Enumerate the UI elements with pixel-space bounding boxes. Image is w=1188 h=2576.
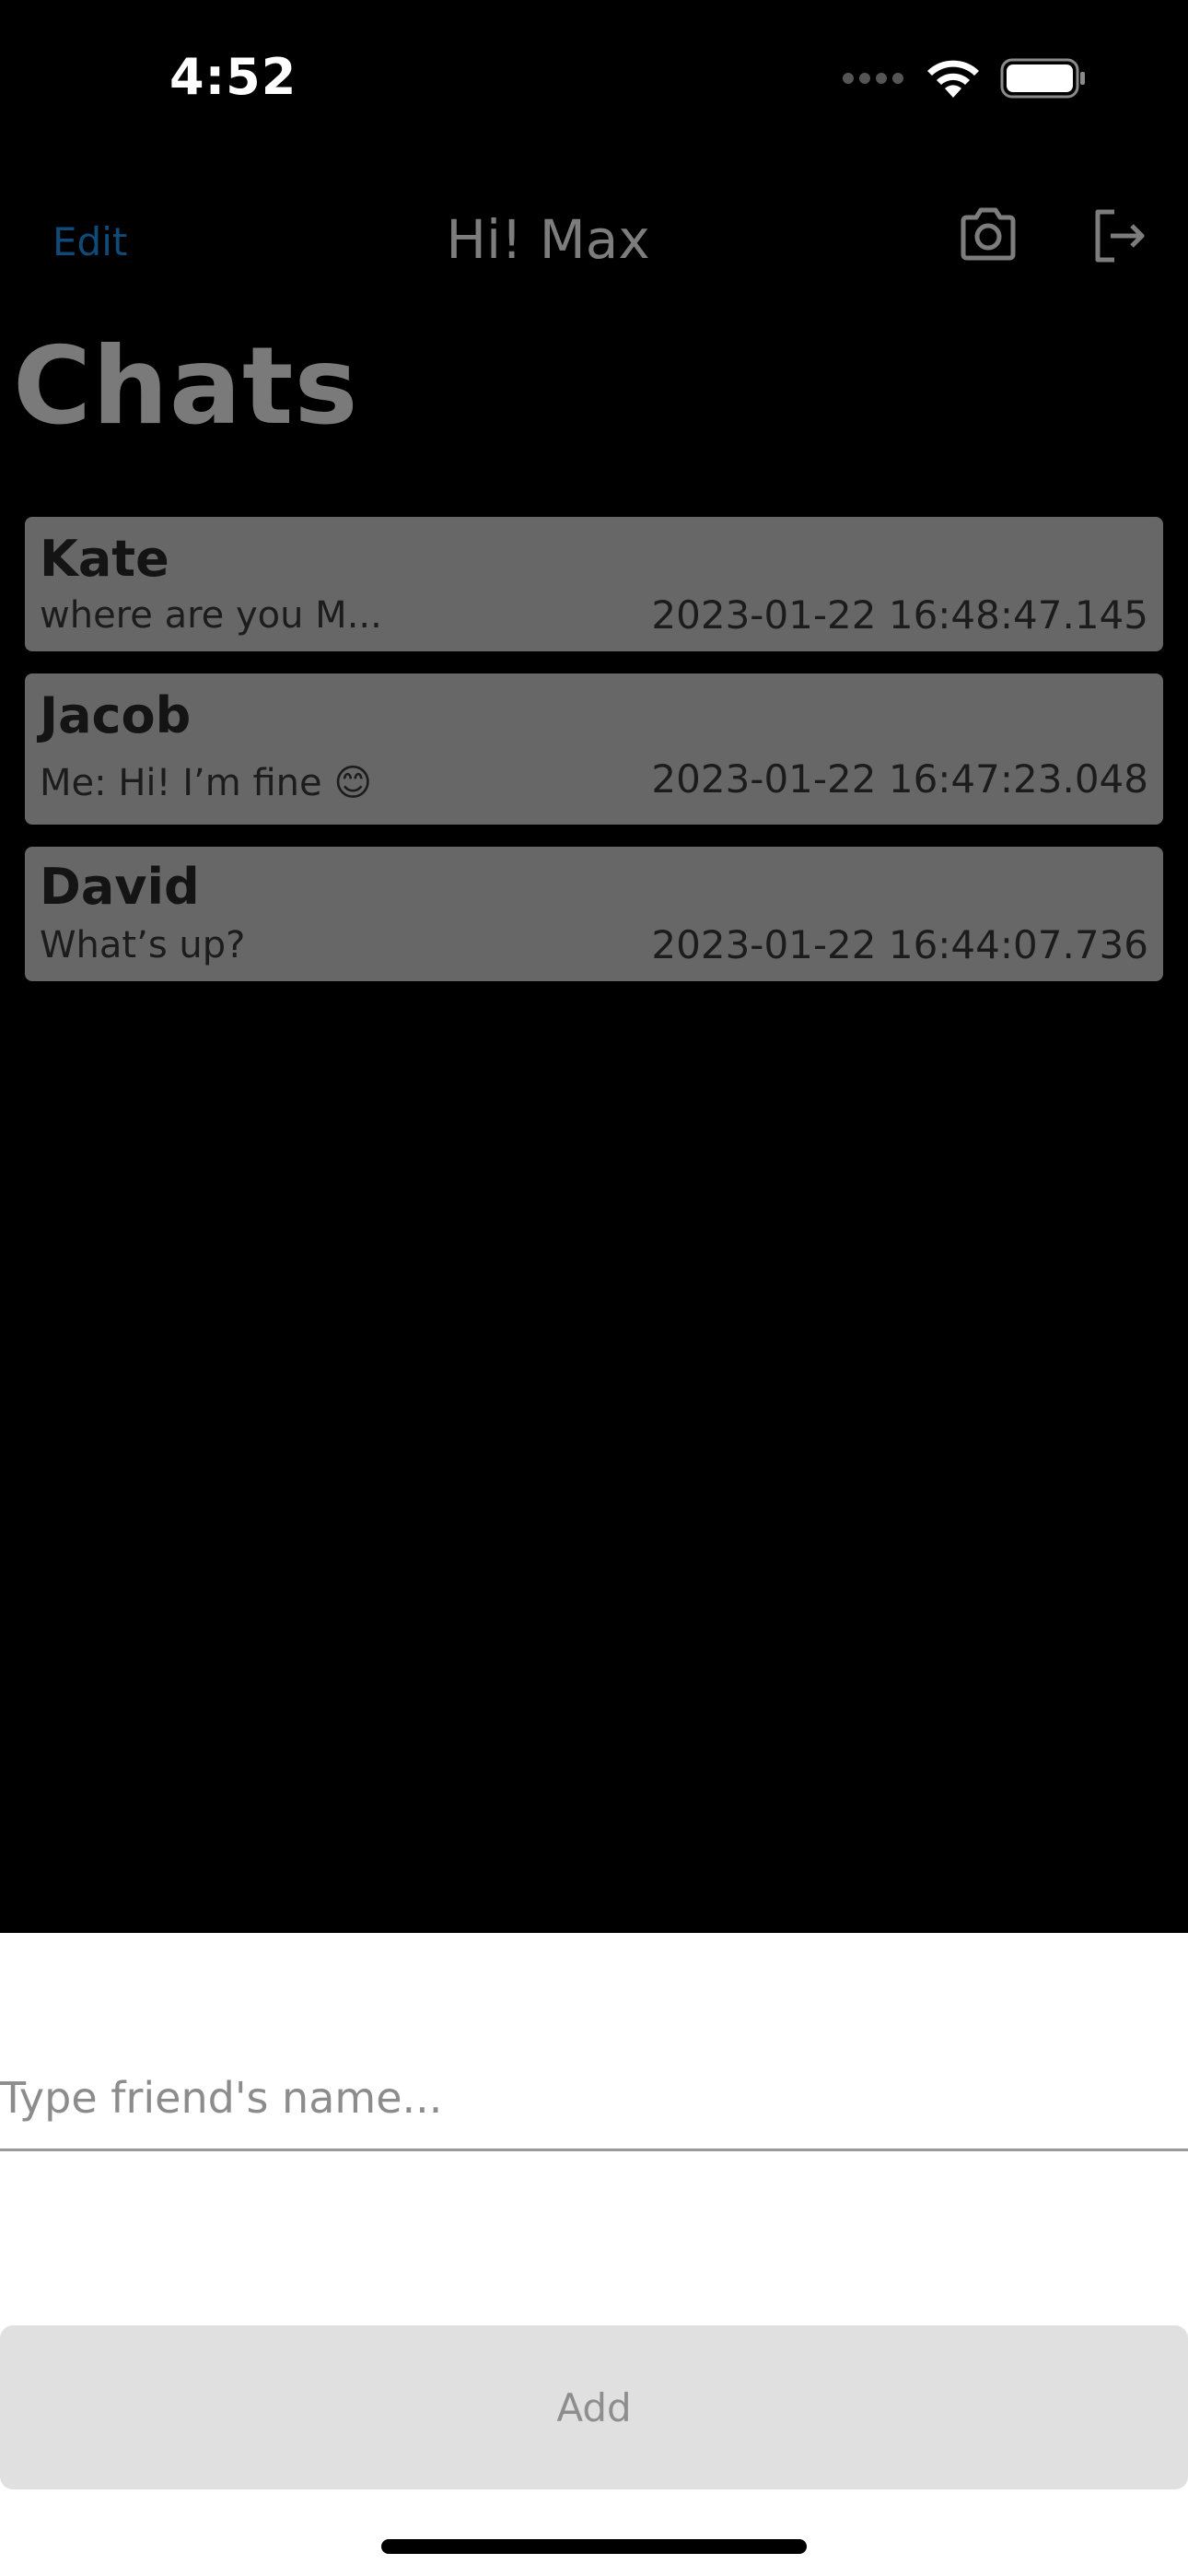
chat-timestamp: 2023-01-22 16:44:07.736 [651, 922, 1148, 967]
status-time: 4:52 [169, 48, 297, 106]
status-icons [842, 57, 1087, 100]
app-screen: 4:52 Edit Hi! Max Chats Kate where are y… [0, 0, 1188, 2576]
chat-preview: where are you M... [40, 594, 382, 637]
chat-row-kate[interactable]: Kate where are you M... 2023-01-22 16:48… [25, 517, 1163, 651]
friend-name-input[interactable] [0, 2047, 1188, 2151]
wifi-icon [927, 60, 979, 98]
chat-timestamp: 2023-01-22 16:48:47.145 [651, 592, 1148, 638]
cellular-dots-icon [843, 73, 903, 84]
page-title: Chats [13, 324, 359, 449]
chat-name: David [40, 858, 200, 916]
chat-list: Kate where are you M... 2023-01-22 16:48… [25, 517, 1163, 1003]
chat-name: Kate [40, 530, 169, 588]
chat-preview: Me: Hi! I’m fine 😊 [40, 762, 373, 804]
camera-icon [961, 207, 1016, 261]
logout-icon [1095, 209, 1145, 263]
home-indicator [381, 2539, 807, 2554]
nav-title: Hi! Max [446, 208, 650, 271]
chat-timestamp: 2023-01-22 16:47:23.048 [651, 756, 1148, 802]
chat-name: Jacob [40, 686, 192, 744]
chat-row-david[interactable]: David What’s up? 2023-01-22 16:44:07.736 [25, 847, 1163, 981]
battery-icon [1000, 58, 1085, 99]
add-friend-sheet: Add [0, 1933, 1188, 2576]
chat-preview: What’s up? [40, 924, 246, 966]
add-button[interactable]: Add [0, 2325, 1188, 2489]
camera-button[interactable] [958, 206, 1019, 262]
logout-button[interactable] [1092, 208, 1147, 263]
chat-row-jacob[interactable]: Jacob Me: Hi! I’m fine 😊 2023-01-22 16:4… [25, 673, 1163, 825]
